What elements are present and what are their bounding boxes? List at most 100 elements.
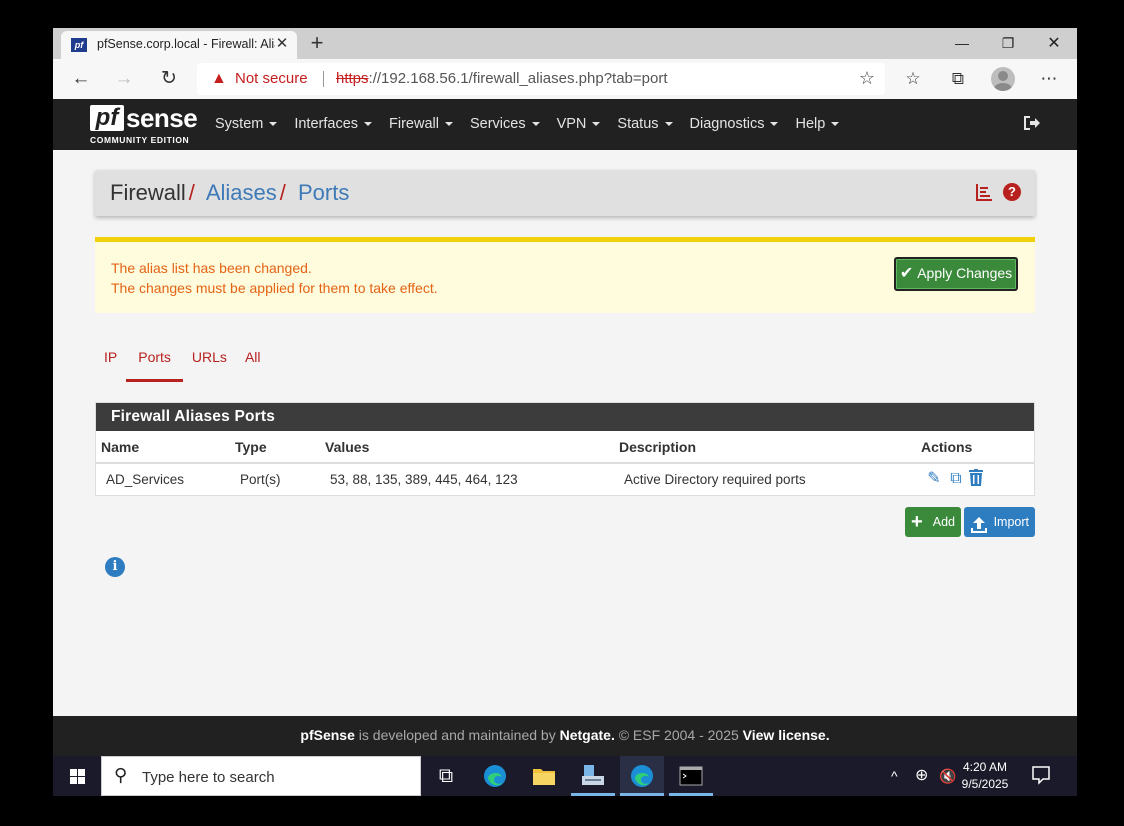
profile-avatar[interactable] (991, 67, 1015, 91)
caret-down-icon (664, 122, 673, 127)
back-button[interactable]: ← (66, 64, 96, 94)
task-view-icon[interactable]: ⧉ (424, 756, 468, 796)
pfsense-logo[interactable]: pf sense COMMUNITY EDITION (90, 103, 200, 145)
taskbar-search[interactable]: ⚲ Type here to search (101, 756, 421, 796)
alert-line-1: The alias list has been changed. (111, 260, 312, 276)
caret-down-icon (592, 122, 601, 127)
table-header-row: Name Type Values Description Actions (96, 431, 1034, 464)
server-manager-icon[interactable] (571, 756, 615, 796)
file-explorer-icon[interactable] (522, 756, 566, 796)
menu-status[interactable]: Status (617, 99, 673, 150)
column-type[interactable]: Type (235, 439, 267, 455)
logout-icon[interactable] (1021, 113, 1043, 135)
search-placeholder: Type here to search (142, 769, 275, 786)
footer-vendor-link[interactable]: Netgate. (560, 727, 615, 743)
browser-tab[interactable]: pf pfSense.corp.local - Firewall: Alia ✕ (61, 31, 297, 59)
start-button[interactable] (53, 756, 101, 796)
apply-label: Apply Changes (917, 265, 1013, 281)
network-globe-icon[interactable]: ⊕ (915, 756, 928, 796)
alias-name: AD_Services (106, 472, 185, 487)
menu-label: Services (469, 116, 526, 132)
import-label: Import (993, 515, 1029, 529)
menu-label: Firewall (389, 116, 439, 132)
table-row[interactable]: AD_Services Port(s) 53, 88, 135, 389, 44… (96, 464, 1034, 496)
column-description[interactable]: Description (619, 439, 696, 455)
warning-icon: ▲ (211, 70, 227, 87)
terminal-icon[interactable] (669, 756, 713, 796)
page-footer: pfSense is developed and maintained by N… (53, 716, 1077, 756)
add-alias-button[interactable]: + Add (905, 507, 961, 537)
notification-icon[interactable] (1031, 765, 1053, 787)
footer-license-link[interactable]: View license. (743, 727, 830, 743)
main-menu: System Interfaces Firewall Services VPN … (215, 99, 856, 150)
terminal-glyph (679, 766, 703, 786)
tab-title: pfSense.corp.local - Firewall: Alia (97, 37, 275, 51)
refresh-button[interactable]: ↻ (154, 64, 184, 94)
edge-glyph (484, 765, 506, 787)
pfsense-header: pf sense COMMUNITY EDITION System Interf… (53, 99, 1077, 150)
breadcrumb-panel: Firewall / Aliases / Ports ? (95, 170, 1035, 216)
import-alias-button[interactable]: Import (964, 507, 1035, 537)
caret-down-icon (831, 122, 840, 127)
address-toolbar: ← → ↻ ▲ Not secure https://192.168.56.1/… (53, 59, 1077, 99)
breadcrumb: Firewall / Aliases / Ports (110, 180, 349, 206)
tab-ports[interactable]: Ports (126, 346, 183, 382)
edge-active-icon[interactable] (620, 756, 664, 796)
menu-vpn[interactable]: VPN (557, 99, 601, 150)
breadcrumb-ports[interactable]: Ports (298, 180, 349, 205)
copy-icon[interactable]: ⧉ (946, 469, 966, 489)
system-clock[interactable]: 4:20 AM 9/5/2025 (955, 759, 1015, 793)
changes-alert: The alias list has been changed. The cha… (95, 237, 1035, 313)
favorite-star-icon[interactable]: ☆ (859, 68, 875, 89)
help-icon[interactable]: ? (1003, 183, 1021, 201)
forward-button[interactable]: → (109, 64, 139, 94)
upload-glyph (971, 517, 987, 533)
url-text[interactable]: https://192.168.56.1/firewall_aliases.ph… (336, 70, 668, 87)
tab-all[interactable]: All (236, 346, 270, 382)
folder-glyph (533, 769, 555, 785)
edge-app-icon[interactable] (473, 756, 517, 796)
favorites-icon[interactable]: ☆ (898, 64, 928, 94)
volume-muted-icon[interactable]: 🔇 (939, 756, 956, 796)
menu-firewall[interactable]: Firewall (389, 99, 453, 150)
menu-label: Interfaces (294, 116, 359, 132)
alert-message: The alias list has been changed. The cha… (111, 258, 438, 298)
column-values[interactable]: Values (325, 439, 369, 455)
logo-edition: COMMUNITY EDITION (90, 135, 190, 145)
delete-trash-icon[interactable] (966, 469, 986, 489)
clock-date: 9/5/2025 (961, 777, 1009, 791)
restore-button[interactable]: ❐ (985, 28, 1031, 59)
tab-urls[interactable]: URLs (183, 346, 236, 382)
info-icon[interactable]: i (105, 557, 125, 577)
menu-diagnostics[interactable]: Diagnostics (690, 99, 779, 150)
minimize-button[interactable]: — (939, 28, 985, 59)
breadcrumb-aliases[interactable]: Aliases (206, 180, 277, 205)
security-label[interactable]: Not secure (235, 70, 308, 87)
new-tab-button[interactable]: + (305, 30, 329, 56)
tray-chevron-icon[interactable]: ^ (891, 756, 898, 796)
column-name[interactable]: Name (101, 439, 139, 455)
close-window-button[interactable]: ✕ (1031, 28, 1077, 59)
logout-glyph (1024, 116, 1040, 130)
close-tab-icon[interactable]: ✕ (273, 35, 291, 53)
tab-ip[interactable]: IP (95, 346, 126, 382)
alert-line-2: The changes must be applied for them to … (111, 280, 438, 296)
menu-help[interactable]: Help (795, 99, 840, 150)
footer-text-1: is developed and maintained by (354, 727, 560, 743)
apply-changes-button[interactable]: ✔ Apply Changes (894, 257, 1018, 291)
caret-down-icon (444, 122, 453, 127)
menu-label: Diagnostics (689, 116, 765, 132)
collections-icon[interactable]: ⧉ (943, 64, 973, 94)
edit-pencil-icon[interactable]: ✎ (924, 469, 944, 489)
footer-brand[interactable]: pfSense (300, 727, 354, 743)
status-chart-icon[interactable] (975, 183, 993, 201)
address-bar[interactable]: ▲ Not secure https://192.168.56.1/firewa… (197, 63, 885, 95)
notification-glyph (1032, 766, 1050, 785)
menu-services[interactable]: Services (470, 99, 540, 150)
menu-system[interactable]: System (215, 99, 278, 150)
caret-down-icon (531, 122, 540, 127)
more-menu-icon[interactable]: ⋯ (1034, 64, 1064, 94)
menu-interfaces[interactable]: Interfaces (294, 99, 373, 150)
plus-icon: + (911, 511, 923, 533)
pfsense-favicon-icon: pf (71, 38, 87, 52)
